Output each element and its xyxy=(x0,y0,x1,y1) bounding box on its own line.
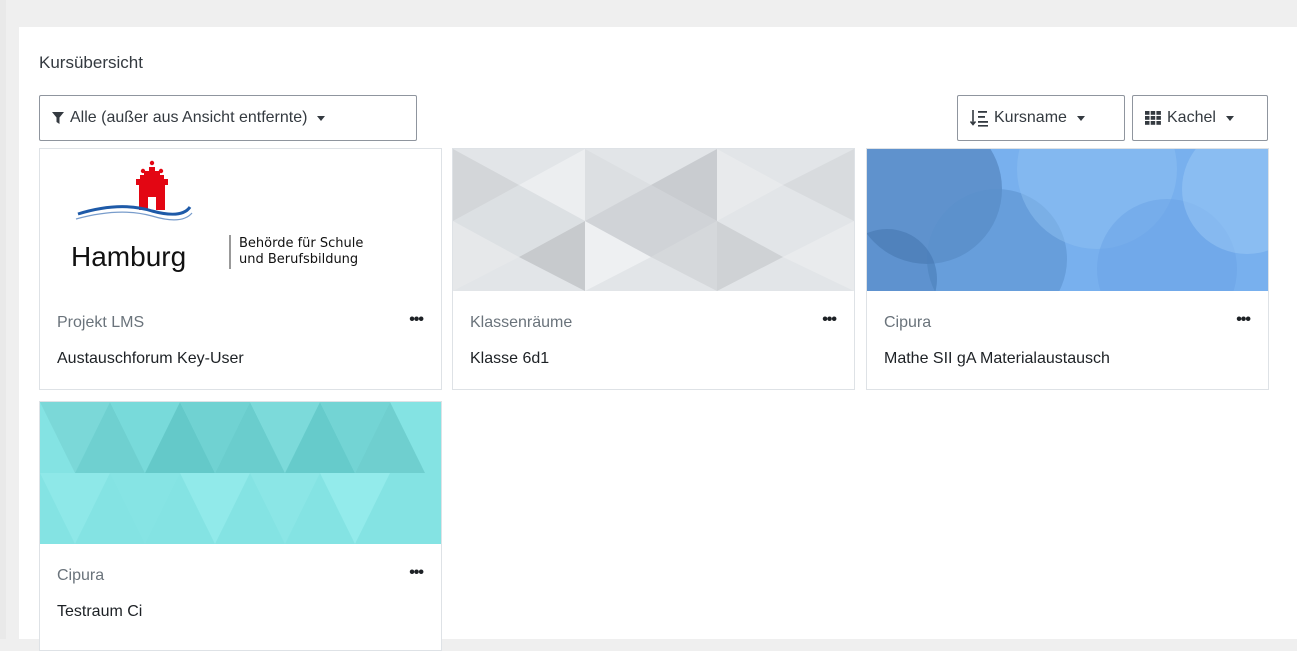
course-image-hamburg-logo[interactable]: Hamburg Behörde für Schule und Berufsbil… xyxy=(40,149,441,291)
course-category: Klassenräume xyxy=(470,314,573,331)
course-card[interactable]: Hamburg Behörde für Schule und Berufsbil… xyxy=(39,148,442,390)
sort-alpha-icon xyxy=(970,109,988,127)
chevron-down-icon xyxy=(1225,115,1234,121)
course-image-teal-pattern[interactable] xyxy=(40,402,441,544)
course-name-link[interactable]: Testraum Ci xyxy=(57,603,142,621)
course-category: Cipura xyxy=(57,567,105,584)
course-card[interactable]: Cipura Testraum Ci ••• xyxy=(39,401,442,651)
view-label: Kachel xyxy=(1167,109,1216,126)
chevron-down-icon xyxy=(317,115,326,121)
course-image-grey-pattern[interactable] xyxy=(453,149,854,291)
sort-label: Kursname xyxy=(994,109,1067,126)
course-actions-menu-icon[interactable]: ••• xyxy=(1236,311,1251,329)
logo-city-text: Hamburg xyxy=(71,241,186,272)
grid-icon xyxy=(1145,111,1161,125)
page-title: Kursübersicht xyxy=(39,53,143,72)
course-actions-menu-icon[interactable]: ••• xyxy=(409,564,424,582)
course-card[interactable]: Klassenräume Klasse 6d1 ••• xyxy=(452,148,855,390)
course-actions-menu-icon[interactable]: ••• xyxy=(409,311,424,329)
course-image-blue-pattern[interactable] xyxy=(867,149,1268,291)
chevron-down-icon xyxy=(1076,115,1085,121)
filter-dropdown-button[interactable]: Alle (außer aus Ansicht entfernte) xyxy=(39,95,417,141)
course-card[interactable]: Cipura Mathe SII gA Materialaustausch ••… xyxy=(866,148,1269,390)
hamburg-logo: Hamburg Behörde für Schule und Berufsbil… xyxy=(40,149,441,291)
course-overview-panel: Kursübersicht Alle (außer aus Ansicht en… xyxy=(19,27,1297,651)
course-category: Projekt LMS xyxy=(57,314,145,331)
course-name-link[interactable]: Klasse 6d1 xyxy=(470,350,549,368)
page-left-edge xyxy=(0,0,6,639)
course-category: Cipura xyxy=(884,314,932,331)
sort-dropdown-button[interactable]: Kursname xyxy=(957,95,1125,141)
course-name-link[interactable]: Mathe SII gA Materialaustausch xyxy=(884,350,1110,368)
course-actions-menu-icon[interactable]: ••• xyxy=(822,311,837,329)
svg-text:und Berufsbildung: und Berufsbildung xyxy=(239,252,358,267)
filter-icon xyxy=(52,111,64,125)
view-dropdown-button[interactable]: Kachel xyxy=(1132,95,1268,141)
svg-text:Behörde für Schule: Behörde für Schule xyxy=(239,236,363,251)
course-name-link[interactable]: Austauschforum Key-User xyxy=(57,350,244,368)
filter-label: Alle (außer aus Ansicht entfernte) xyxy=(70,109,308,126)
